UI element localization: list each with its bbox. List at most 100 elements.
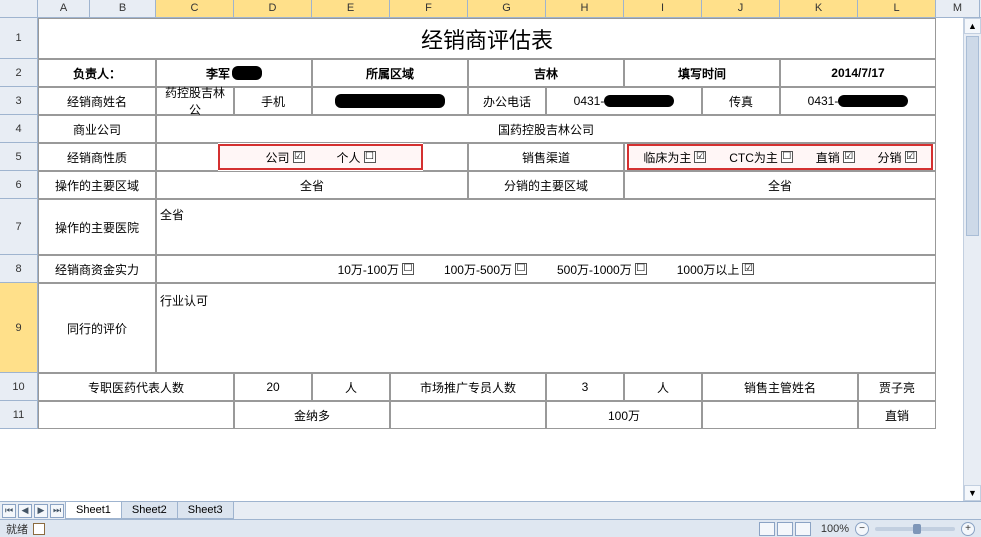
checkbox-icon: ☐ [781, 151, 793, 163]
value-promo-count[interactable]: 3 [546, 373, 624, 401]
cap-opt-4[interactable]: 1000万以上☑ [677, 261, 755, 278]
opt-clinical[interactable]: 临床为主☑ [643, 149, 706, 166]
tab-last-icon[interactable]: ⏭ [50, 504, 64, 518]
tab-next-icon[interactable]: ▶ [34, 504, 48, 518]
col-A[interactable]: A [38, 0, 90, 17]
col-L[interactable]: L [858, 0, 936, 17]
tab-sheet3[interactable]: Sheet3 [177, 502, 234, 519]
value-rep-count[interactable]: 20 [234, 373, 312, 401]
cell-11-e[interactable] [390, 401, 546, 429]
col-C[interactable]: C [156, 0, 234, 17]
scroll-down-icon[interactable]: ▼ [964, 485, 981, 501]
row-1[interactable]: 1 [0, 18, 37, 59]
form-title: 经销商评估表 [38, 18, 936, 59]
dealer-nature-options[interactable]: 公司☑ 个人☐ [218, 144, 423, 170]
view-normal-icon[interactable] [759, 522, 775, 536]
label-channel: 销售渠道 [468, 143, 624, 171]
value-hospitals[interactable]: 全省 [156, 199, 936, 255]
value-office-phone[interactable]: 0431- [546, 87, 702, 115]
opt-direct[interactable]: 直销☑ [816, 149, 855, 166]
cell-11-c[interactable]: 金纳多 [234, 401, 390, 429]
redacted-block [838, 95, 908, 107]
cap-opt-2[interactable]: 100万-500万☐ [444, 261, 527, 278]
col-G[interactable]: G [468, 0, 546, 17]
tab-prev-icon[interactable]: ◀ [18, 504, 32, 518]
view-mode-icons [759, 522, 811, 536]
value-peer[interactable]: 行业认可 [156, 283, 936, 373]
spreadsheet-grid[interactable]: 经销商评估表 负责人： 李军 所属区域 吉林 填写时间 2014/7/17 经销… [38, 18, 961, 501]
tab-nav-buttons: ⏮ ◀ ▶ ⏭ [0, 502, 66, 519]
tab-sheet1[interactable]: Sheet1 [65, 502, 122, 519]
row-3[interactable]: 3 [0, 87, 37, 115]
row-10[interactable]: 10 [0, 373, 37, 401]
opt-distrib[interactable]: 分销☑ [878, 149, 917, 166]
channel-options[interactable]: 临床为主☑ CTC为主☐ 直销☑ 分销☑ [627, 144, 933, 170]
col-B[interactable]: B [90, 0, 156, 17]
row-6[interactable]: 6 [0, 171, 37, 199]
sheet-tab-bar: ⏮ ◀ ▶ ⏭ Sheet1 Sheet2 Sheet3 [0, 501, 981, 519]
label-fax: 传真 [702, 87, 780, 115]
tab-first-icon[interactable]: ⏮ [2, 504, 16, 518]
opt-company[interactable]: 公司☑ [265, 149, 304, 166]
cap-opt-3[interactable]: 500万-1000万☐ [557, 261, 647, 278]
checkbox-icon: ☑ [694, 151, 706, 163]
scroll-up-icon[interactable]: ▲ [964, 18, 981, 34]
opt-individual[interactable]: 个人☐ [337, 149, 376, 166]
cell-11-g[interactable]: 100万 [546, 401, 702, 429]
value-mobile[interactable] [312, 87, 468, 115]
value-responsible[interactable]: 李军 [156, 59, 312, 87]
unit-people: 人 [624, 373, 702, 401]
value-region[interactable]: 吉林 [468, 59, 624, 87]
checkbox-icon: ☑ [905, 151, 917, 163]
scroll-thumb[interactable] [966, 36, 979, 236]
zoom-out-icon[interactable]: − [855, 522, 869, 536]
col-M[interactable]: M [936, 0, 980, 17]
value-dealer-name[interactable]: 药控股吉林公 [156, 87, 234, 115]
label-region: 所属区域 [312, 59, 468, 87]
cap-opt-1[interactable]: 10万-100万☐ [338, 261, 414, 278]
opt-ctc[interactable]: CTC为主☐ [729, 149, 793, 166]
label-company: 商业公司 [38, 115, 156, 143]
zoom-thumb[interactable] [913, 524, 921, 534]
status-ready: 就绪 [6, 521, 28, 537]
value-dist-region[interactable]: 全省 [624, 171, 936, 199]
col-K[interactable]: K [780, 0, 858, 17]
col-D[interactable]: D [234, 0, 312, 17]
vertical-scrollbar[interactable]: ▲ ▼ [963, 18, 981, 501]
checkbox-icon: ☐ [364, 151, 376, 163]
col-F[interactable]: F [390, 0, 468, 17]
select-all-corner[interactable] [0, 0, 38, 18]
value-company[interactable]: 国药控股吉林公司 [156, 115, 936, 143]
row-4[interactable]: 4 [0, 115, 37, 143]
label-dist-region: 分销的主要区域 [468, 171, 624, 199]
value-fax[interactable]: 0431- [780, 87, 936, 115]
row-11[interactable]: 11 [0, 401, 37, 429]
row-2[interactable]: 2 [0, 59, 37, 87]
col-I[interactable]: I [624, 0, 702, 17]
view-break-icon[interactable] [795, 522, 811, 536]
row-8[interactable]: 8 [0, 255, 37, 283]
row-9[interactable]: 9 [0, 283, 37, 373]
value-time[interactable]: 2014/7/17 [780, 59, 936, 87]
row-5[interactable]: 5 [0, 143, 37, 171]
checkbox-icon: ☑ [293, 151, 305, 163]
col-J[interactable]: J [702, 0, 780, 17]
cell-11-i[interactable] [702, 401, 858, 429]
zoom-in-icon[interactable]: + [961, 522, 975, 536]
macro-record-icon[interactable] [33, 523, 45, 535]
cell-11-a[interactable] [38, 401, 234, 429]
value-op-region[interactable]: 全省 [156, 171, 468, 199]
row-7[interactable]: 7 [0, 199, 37, 255]
label-promo-count: 市场推广专员人数 [390, 373, 546, 401]
col-E[interactable]: E [312, 0, 390, 17]
zoom-slider[interactable] [875, 527, 955, 531]
tab-sheet2[interactable]: Sheet2 [121, 502, 178, 519]
value-manager[interactable]: 贾子亮 [858, 373, 936, 401]
capital-options[interactable]: 10万-100万☐ 100万-500万☐ 500万-1000万☐ 1000万以上… [156, 255, 936, 283]
redacted-block [232, 66, 262, 80]
label-responsible: 负责人： [38, 59, 156, 87]
label-manager: 销售主管姓名 [702, 373, 858, 401]
col-H[interactable]: H [546, 0, 624, 17]
cell-11-l[interactable]: 直销 [858, 401, 936, 429]
view-layout-icon[interactable] [777, 522, 793, 536]
